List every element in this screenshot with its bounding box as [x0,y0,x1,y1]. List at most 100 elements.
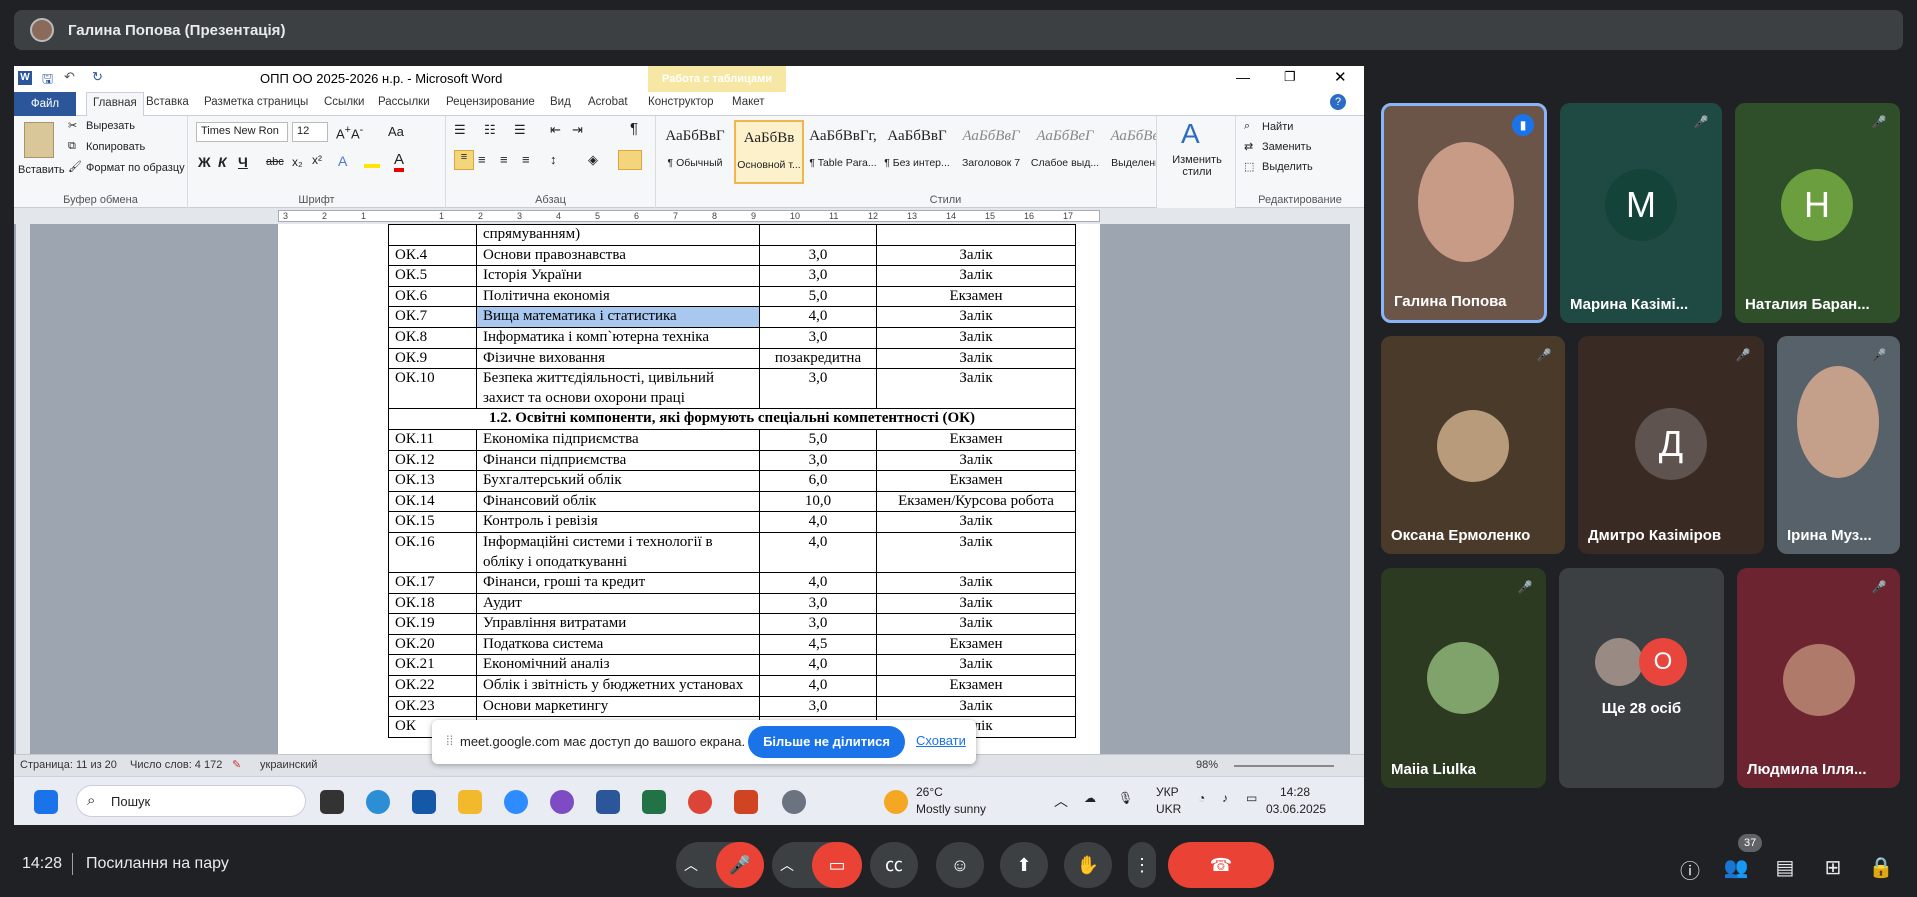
language-indicator[interactable]: украинский [260,759,317,771]
powerpoint-icon[interactable] [734,790,758,814]
course-code[interactable]: ОК.20 [388,633,477,656]
mic-control[interactable]: ︿ 🎤 [676,842,764,888]
style-item[interactable]: АаБбВвГ ¶ Обычный [660,120,730,184]
course-name[interactable]: Фінанси підприємства [476,449,760,472]
course-name[interactable]: Облік і звітність у бюджетних установах [476,675,760,697]
drag-handle-icon[interactable]: ⁞⁞ [446,733,453,748]
course-name[interactable]: Економіка підприємства [476,428,760,451]
tab-view[interactable]: Вид [550,96,571,108]
assessment-form[interactable]: Залік [876,347,1076,370]
pilcrow-icon[interactable]: ¶ [630,120,638,137]
people-icon[interactable]: 👥 [1723,855,1749,880]
assessment-form[interactable]: Екзамен [876,428,1076,451]
assessment-form[interactable]: Залік [876,368,1076,410]
course-code[interactable]: ОК.9 [388,347,477,370]
font-color-icon[interactable]: A [394,151,405,172]
font-name-box[interactable]: Times New Ron [196,122,288,142]
course-name[interactable]: Основи правознавства [476,244,760,267]
close-icon[interactable]: ✕ [1334,68,1347,86]
tab-references[interactable]: Ссылки [324,96,365,108]
clock-date[interactable]: 03.06.2025 [1266,802,1326,816]
tab-layout[interactable]: Разметка страницы [204,96,308,108]
course-code[interactable]: ОК.5 [388,265,477,287]
style-item[interactable]: АаБбВв Основной т... [734,120,804,184]
course-credits[interactable]: 4,0 [759,531,877,574]
lang-top[interactable]: УКР [1156,785,1179,799]
assessment-form[interactable]: Екзамен [876,633,1076,656]
host-controls-icon[interactable]: 🔒 [1868,855,1894,880]
grow-font-icon[interactable]: A+A- [336,124,363,141]
course-credits[interactable]: 3,0 [759,326,877,349]
page-indicator[interactable]: Страница: 11 из 20 [20,759,117,771]
course-name[interactable]: Інформаційні системи і технології в облі… [476,531,760,574]
font-size-box[interactable]: 12 [292,122,328,142]
copy-button[interactable]: Копировать [86,141,145,153]
wifi-icon[interactable]: ◔ [1198,791,1205,805]
course-code[interactable]: ОК.21 [388,654,477,677]
bullets-icon[interactable]: ☰ [454,122,466,138]
store-icon[interactable] [412,790,436,814]
course-name[interactable]: Історія України [476,265,760,287]
stop-sharing-button[interactable]: Більше не ділитися [748,726,905,758]
course-code[interactable]: ОК.6 [388,285,477,308]
justify-icon[interactable]: ≡ [522,152,530,167]
assessment-form[interactable]: Залік [876,265,1076,287]
chat-icon[interactable]: ▤ [1772,855,1798,880]
assessment-form[interactable]: Екзамен [876,285,1076,308]
course-code[interactable]: ОК.17 [388,572,477,594]
line-spacing-icon[interactable]: ↕ [550,152,557,167]
course-code[interactable]: ОК.22 [388,675,477,697]
course-credits[interactable]: 3,0 [759,368,877,410]
course-credits[interactable]: 5,0 [759,428,877,451]
paste-button[interactable]: Вставить [18,164,65,176]
assessment-form[interactable]: Залік [876,654,1076,677]
battery-icon[interactable]: ▭ [1246,791,1257,805]
task-view-icon[interactable] [320,790,344,814]
camera-off-icon[interactable]: ▭ [812,842,862,888]
course-name[interactable]: Інформатика і комп`ютерна техніка [476,326,760,349]
more-participants-tile[interactable]: О Ще 28 осіб [1559,568,1724,788]
captions-icon[interactable]: ㏄ [870,842,918,888]
assessment-form[interactable] [876,224,1076,246]
zoom-app-icon[interactable] [504,790,528,814]
course-name[interactable]: Контроль і ревізія [476,511,760,533]
change-case-icon[interactable]: Aa [388,124,404,139]
replace-button[interactable]: Заменить [1262,141,1311,153]
course-credits[interactable]: 3,0 [759,695,877,718]
format-painter-button[interactable]: Формат по образцу [86,162,185,174]
course-name[interactable]: Політична економія [476,285,760,308]
course-name[interactable]: Бухгалтерський облік [476,470,760,492]
course-code[interactable]: ОК.11 [388,428,477,451]
assessment-form[interactable]: Залік [876,572,1076,594]
style-item[interactable]: АаБбВвГг, ¶ Table Para... [808,120,878,184]
superscript-icon[interactable]: x² [312,153,322,167]
chrome-icon[interactable] [688,790,712,814]
tab-table-layout[interactable]: Макет [732,96,765,108]
mic-off-icon[interactable]: 🎤 [716,842,764,888]
participant-tile-galyna[interactable]: ▮ Галина Попова [1381,103,1547,323]
windows-start-icon[interactable] [34,790,58,814]
course-name[interactable]: Податкова система [476,633,760,656]
volume-icon[interactable]: ♪ [1222,791,1228,805]
course-name[interactable]: Управління витратами [476,613,760,635]
camera-control[interactable]: ︿ ▭ [772,842,862,888]
course-credits[interactable]: позакредитна [759,347,877,370]
align-right-icon[interactable]: ≡ [500,152,508,167]
tab-acrobat[interactable]: Acrobat [588,96,628,108]
chevron-up-icon[interactable]: ︿ [684,842,698,888]
select-button[interactable]: Выделить [1262,161,1313,173]
assessment-form[interactable]: Екзамен [876,675,1076,697]
align-center-icon[interactable]: ≡ [478,152,486,167]
assessment-form[interactable]: Екзамен/Курсова робота [876,490,1076,513]
course-credits[interactable] [759,224,877,246]
highlight-icon[interactable] [364,154,380,168]
course-credits[interactable]: 3,0 [759,613,877,635]
course-code[interactable]: ОК.14 [388,490,477,513]
assessment-form[interactable]: Залік [876,244,1076,267]
assessment-form[interactable]: Залік [876,695,1076,718]
multilevel-icon[interactable]: ☰ [514,122,526,138]
paste-icon[interactable] [24,122,54,158]
redo-icon[interactable]: ↻ [92,69,103,85]
change-styles-icon[interactable]: A [1181,118,1200,150]
course-credits[interactable]: 3,0 [759,449,877,472]
